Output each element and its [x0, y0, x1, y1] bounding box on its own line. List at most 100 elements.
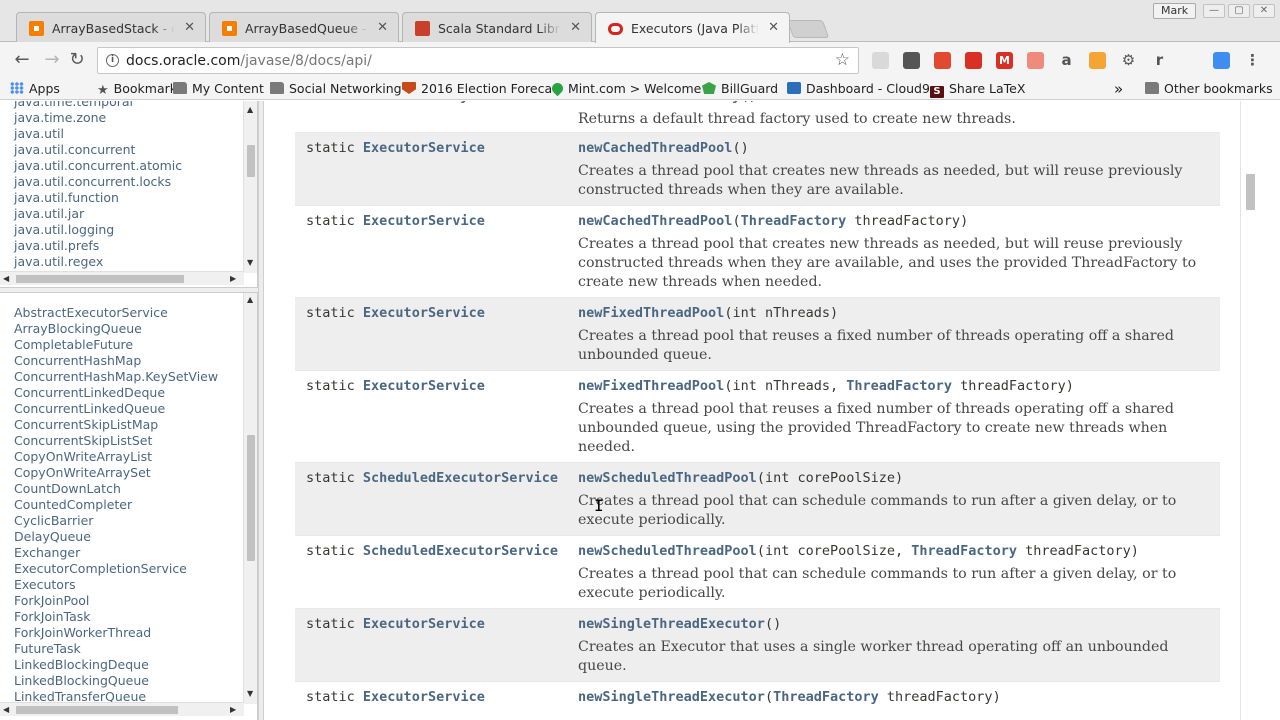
class-link[interactable]: CopyOnWriteArrayList — [14, 449, 152, 465]
class-link[interactable]: CyclicBarrier — [14, 513, 93, 529]
return-type-link[interactable]: ExecutorService — [363, 305, 485, 321]
other-bookmarks[interactable]: Other bookmarks — [1145, 80, 1273, 98]
bookmark-mint[interactable]: Mint.com > Welcome — [549, 80, 701, 98]
package-link[interactable]: java.util.concurrent — [14, 142, 135, 158]
bookmark-apps[interactable]: Apps — [10, 80, 60, 98]
class-link[interactable]: CountedCompleter — [14, 497, 132, 513]
scrollbar-thumb[interactable] — [16, 275, 184, 283]
class-link[interactable]: ArrayBlockingQueue — [14, 321, 142, 337]
scroll-right-arrow-icon[interactable]: ▶ — [230, 274, 236, 283]
param-type[interactable]: ThreadFactory — [911, 543, 1017, 559]
bookmark-social-networking[interactable]: Social Networking — [270, 80, 402, 98]
bookmark-sharelatex[interactable]: S Share LaTeX — [930, 80, 1025, 98]
back-button[interactable]: ← — [11, 49, 33, 71]
google-plus-icon[interactable] — [872, 52, 889, 69]
method-name-link[interactable]: newFixedThreadPool — [578, 378, 724, 394]
bookmark-cloud9[interactable]: Dashboard - Cloud9 — [787, 80, 930, 98]
profile-button[interactable]: Mark — [1153, 3, 1197, 19]
class-link[interactable]: CopyOnWriteArraySet — [14, 465, 151, 481]
scrollbar-thumb[interactable] — [247, 435, 255, 561]
scroll-left-arrow-icon[interactable]: ◀ — [3, 705, 9, 714]
scroll-left-arrow-icon[interactable]: ◀ — [3, 274, 9, 283]
info-icon[interactable]: i — [106, 54, 119, 67]
pocket-icon[interactable] — [903, 52, 920, 69]
r-icon[interactable]: r — [1151, 52, 1168, 69]
address-bar[interactable]: i docs.oracle.com/javase/8/docs/api/ ☆ — [97, 47, 859, 74]
bookmarks-overflow-button[interactable]: » — [1114, 80, 1123, 98]
tab-arraybasedqueue[interactable]: ArrayBasedQueue - draw ✕ — [209, 12, 399, 43]
tab-arraybasedstack[interactable]: ArrayBasedStack - draw ✕ — [16, 12, 206, 43]
scrollbar-thumb[interactable] — [16, 706, 178, 714]
param-type[interactable]: ThreadFactory — [846, 378, 952, 394]
url-text[interactable]: docs.oracle.com/javase/8/docs/api/ — [126, 53, 372, 69]
method-name-link[interactable]: newCachedThreadPool — [578, 213, 732, 229]
bookmark-election[interactable]: 2016 Election Foreca — [402, 80, 552, 98]
honey-icon[interactable] — [1089, 52, 1106, 69]
class-link[interactable]: LinkedBlockingQueue — [14, 673, 149, 689]
class-link[interactable]: CompletableFuture — [14, 337, 133, 353]
method-name-link[interactable]: newCachedThreadPool — [578, 140, 732, 156]
return-type-link[interactable]: ExecutorService — [363, 616, 485, 632]
star-icon[interactable]: ☆ — [835, 50, 850, 70]
amazon-icon[interactable]: a — [1058, 52, 1075, 69]
package-link[interactable]: java.util.concurrent.atomic — [14, 158, 182, 174]
tab-close-icon[interactable]: ✕ — [184, 20, 195, 35]
package-horizontal-scrollbar[interactable]: ◀ ▶ — [0, 271, 244, 285]
bookmark-billguard[interactable]: BillGuard — [702, 80, 778, 98]
maximize-button[interactable]: ▢ — [1228, 4, 1250, 18]
class-link[interactable]: Exchanger — [14, 545, 80, 561]
package-link[interactable]: java.time.zone — [14, 110, 106, 126]
class-link[interactable]: ExecutorCompletionService — [14, 561, 187, 577]
scrollbar-thumb[interactable] — [1246, 174, 1255, 210]
reload-button[interactable]: ↻ — [66, 49, 88, 71]
scroll-up-arrow-icon[interactable]: ▲ — [247, 295, 253, 304]
menu-icon[interactable]: ⋮ — [1244, 52, 1261, 69]
package-link[interactable]: java.util.jar — [14, 206, 84, 222]
package-vertical-scrollbar[interactable]: ▲ ▼ — [243, 101, 257, 273]
tab-close-icon[interactable]: ✕ — [768, 20, 779, 35]
method-name-link[interactable]: newFixedThreadPool — [578, 305, 724, 321]
param-type[interactable]: ThreadFactory — [741, 213, 847, 229]
class-horizontal-scrollbar[interactable]: ◀ ▶ — [0, 702, 244, 716]
param-type[interactable]: ThreadFactory — [773, 689, 879, 705]
class-link[interactable]: DelayQueue — [14, 529, 91, 545]
return-type-link[interactable]: ExecutorService — [363, 213, 485, 229]
class-link[interactable]: ConcurrentHashMap — [14, 353, 141, 369]
method-name-link[interactable]: newScheduledThreadPool — [578, 543, 757, 559]
bookmark-icon[interactable] — [965, 52, 982, 69]
package-link[interactable]: java.util — [14, 126, 64, 142]
minimize-button[interactable]: — — [1203, 4, 1225, 18]
tab-close-icon[interactable]: ✕ — [570, 20, 581, 35]
tab-close-icon[interactable]: ✕ — [377, 20, 388, 35]
method-name-link[interactable]: newSingleThreadExecutor — [578, 689, 765, 705]
scroll-up-arrow-icon[interactable]: ▲ — [247, 105, 253, 114]
new-tab-button[interactable] — [786, 20, 830, 38]
tab-executors[interactable]: Executors (Java Platform SE 8) ✕ — [595, 12, 790, 43]
scrollbar-thumb[interactable] — [247, 145, 255, 177]
method-name-link[interactable]: newScheduledThreadPool — [578, 470, 757, 486]
package-link[interactable]: java.time.temporal — [14, 101, 133, 110]
class-link[interactable]: ForkJoinWorkerThread — [14, 625, 151, 641]
class-link[interactable]: ConcurrentLinkedQueue — [14, 401, 165, 417]
chat-icon[interactable] — [934, 52, 951, 69]
return-type-link[interactable]: ExecutorService — [363, 689, 485, 705]
class-link[interactable]: CountDownLatch — [14, 481, 121, 497]
return-type-link[interactable]: ExecutorService — [363, 378, 485, 394]
gear-icon[interactable]: ⚙ — [1120, 52, 1137, 69]
dropbox-icon[interactable] — [1213, 52, 1230, 69]
class-link[interactable]: AbstractExecutorService — [14, 305, 168, 321]
package-link[interactable]: java.util.regex — [14, 254, 103, 270]
class-link[interactable]: ConcurrentHashMap.KeySetView — [14, 369, 218, 385]
scroll-down-arrow-icon[interactable]: ▼ — [247, 689, 253, 698]
package-link[interactable]: java.util.concurrent.locks — [14, 174, 171, 190]
return-type-link[interactable]: ExecutorService — [363, 140, 485, 156]
tab-scala-library[interactable]: Scala Standard Library ✕ — [402, 12, 592, 43]
class-link[interactable]: ForkJoinPool — [14, 593, 89, 609]
cast-icon[interactable] — [1182, 52, 1199, 69]
scroll-right-arrow-icon[interactable]: ▶ — [230, 705, 236, 714]
return-type-link[interactable]: ScheduledExecutorService — [363, 470, 558, 486]
package-link[interactable]: java.util.function — [14, 190, 119, 206]
forward-button[interactable]: → — [41, 49, 63, 71]
class-link[interactable]: Executors — [14, 577, 76, 593]
bookmark-my-content[interactable]: My Content — [173, 80, 264, 98]
